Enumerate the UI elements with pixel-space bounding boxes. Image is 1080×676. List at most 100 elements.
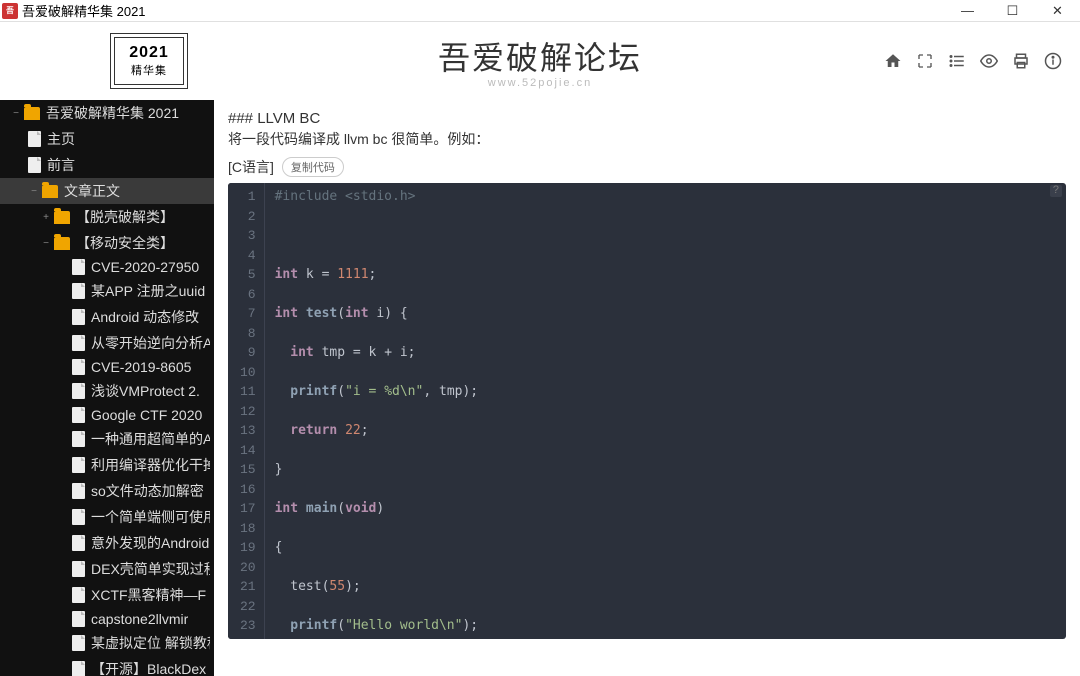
file-icon <box>72 535 85 551</box>
tree-item[interactable]: 前言 <box>0 152 214 178</box>
maximize-button[interactable]: ☐ <box>990 0 1035 22</box>
tree-item[interactable]: 某虚拟定位 解锁教程 <box>0 630 214 656</box>
code-line: #include <stdio.h> <box>275 187 1056 207</box>
tree-item[interactable]: CVE-2020-27950 <box>0 256 214 278</box>
tree-item[interactable]: XCTF黑客精神—F <box>0 582 214 608</box>
window-title: 吾爱破解精华集 2021 <box>22 1 146 20</box>
tree-item-label: so文件动态加解密 <box>91 481 204 501</box>
print-icon[interactable] <box>1012 52 1030 70</box>
tree-toggle-icon[interactable]: − <box>28 186 40 197</box>
code-line: return 22; <box>275 421 1056 441</box>
line-number: 1 <box>240 187 256 207</box>
code-line: int k = 1111; <box>275 265 1056 285</box>
tree-item[interactable]: 【开源】BlackDex <box>0 656 214 676</box>
line-number: 19 <box>240 538 256 558</box>
tree-item-label: 【开源】BlackDex <box>91 659 206 676</box>
tree-item-label: Google CTF 2020 <box>91 407 202 423</box>
code-line <box>275 285 1056 305</box>
code-language: [C语言] <box>228 157 274 177</box>
tree-item-label: capstone2llvmir <box>91 611 188 627</box>
tree-item[interactable]: 主页 <box>0 126 214 152</box>
tree-item[interactable]: 利用编译器优化干掉 <box>0 452 214 478</box>
tree-item[interactable]: 从零开始逆向分析A <box>0 330 214 356</box>
line-number: 2 <box>240 207 256 227</box>
tree-item[interactable]: DEX壳简单实现过程 <box>0 556 214 582</box>
file-icon <box>72 509 85 525</box>
tree-toggle-icon[interactable]: − <box>40 238 52 249</box>
tree-item[interactable]: −文章正文 <box>0 178 214 204</box>
code-line: int test(int i) { <box>275 304 1056 324</box>
tree-item[interactable]: 意外发现的Android <box>0 530 214 556</box>
tree-item[interactable]: − 吾爱破解精华集 2021 <box>0 100 214 126</box>
tree-item[interactable]: Android 动态修改 <box>0 304 214 330</box>
code-line: printf("i = %d\n", tmp); <box>275 382 1056 402</box>
line-number: 6 <box>240 285 256 305</box>
tree-item-label: Android 动态修改 <box>91 307 199 327</box>
code-line: } <box>275 460 1056 480</box>
file-icon <box>72 309 85 325</box>
tree-item-label: XCTF黑客精神—F <box>91 585 206 605</box>
tree-toggle-icon[interactable]: + <box>40 212 52 223</box>
tree-item[interactable]: +【脱壳破解类】 <box>0 204 214 230</box>
line-number: 7 <box>240 304 256 324</box>
file-icon <box>72 457 85 473</box>
code-line: { <box>275 538 1056 558</box>
minimize-button[interactable]: — <box>945 0 990 22</box>
code-line: int tmp = k + i; <box>275 343 1056 363</box>
code-line <box>275 597 1056 617</box>
line-number: 16 <box>240 480 256 500</box>
list-icon[interactable] <box>948 52 966 70</box>
code-line: int main(void) <box>275 499 1056 519</box>
code-line <box>275 480 1056 500</box>
tree-item[interactable]: capstone2llvmir <box>0 608 214 630</box>
tree-item[interactable]: −【移动安全类】 <box>0 230 214 256</box>
tree-toggle-icon[interactable]: − <box>10 108 22 119</box>
content: ### LLVM BC 将一段代码编译成 llvm bc 很简单。例如： [C语… <box>214 100 1080 676</box>
code-line <box>275 324 1056 344</box>
tree-item[interactable]: CVE-2019-8605 <box>0 356 214 378</box>
tree-item[interactable]: so文件动态加解密 <box>0 478 214 504</box>
home-icon[interactable] <box>884 52 902 70</box>
line-number: 13 <box>240 421 256 441</box>
copy-code-button[interactable]: 复制代码 <box>282 157 344 177</box>
header-center: 吾爱破解论坛 www.52pojie.cn <box>438 33 642 89</box>
tree-item-label: CVE-2020-27950 <box>91 259 199 275</box>
tree-item[interactable]: 浅谈VMProtect 2. <box>0 378 214 404</box>
window-controls: — ☐ ✕ <box>945 0 1080 22</box>
logo-sub: 精华集 <box>131 62 167 78</box>
eye-icon[interactable] <box>980 52 998 70</box>
header-toolbar <box>884 52 1062 70</box>
fullscreen-icon[interactable] <box>916 52 934 70</box>
line-number: 23 <box>240 616 256 636</box>
line-number: 11 <box>240 382 256 402</box>
code-line <box>275 441 1056 461</box>
code-line <box>275 207 1056 227</box>
folder-icon <box>42 185 58 198</box>
tree-item-label: 前言 <box>47 155 75 175</box>
line-number: 14 <box>240 441 256 461</box>
tree-item-label: 某APP 注册之uuid <box>91 281 205 301</box>
tree-item[interactable]: Google CTF 2020 <box>0 404 214 426</box>
code-lines: #include <stdio.h> int k = 1111; int tes… <box>265 183 1066 639</box>
line-number: 21 <box>240 577 256 597</box>
help-icon[interactable]: ? <box>1050 185 1062 197</box>
line-number: 12 <box>240 402 256 422</box>
tree-item-label: 吾爱破解精华集 2021 <box>46 103 179 123</box>
code-header: [C语言] 复制代码 <box>228 157 1066 177</box>
tree-item[interactable]: 一种通用超简单的A <box>0 426 214 452</box>
code-line <box>275 636 1056 640</box>
tree-item-label: CVE-2019-8605 <box>91 359 191 375</box>
app-icon: 吾 <box>2 3 18 19</box>
close-button[interactable]: ✕ <box>1035 0 1080 22</box>
article-heading: ### LLVM BC <box>228 110 1066 127</box>
code-line <box>275 558 1056 578</box>
code-line <box>275 226 1056 246</box>
code-line <box>275 363 1056 383</box>
sidebar[interactable]: − 吾爱破解精华集 2021 主页前言 −文章正文+【脱壳破解类】−【移动安全类】 CV… <box>0 100 214 676</box>
info-icon[interactable] <box>1044 52 1062 70</box>
code-block: 1234567891011121314151617181920212223242… <box>228 183 1066 639</box>
tree-item[interactable]: 某APP 注册之uuid <box>0 278 214 304</box>
tree-item-label: 主页 <box>47 129 75 149</box>
file-icon <box>72 587 85 603</box>
tree-item[interactable]: 一个简单端侧可使用 <box>0 504 214 530</box>
